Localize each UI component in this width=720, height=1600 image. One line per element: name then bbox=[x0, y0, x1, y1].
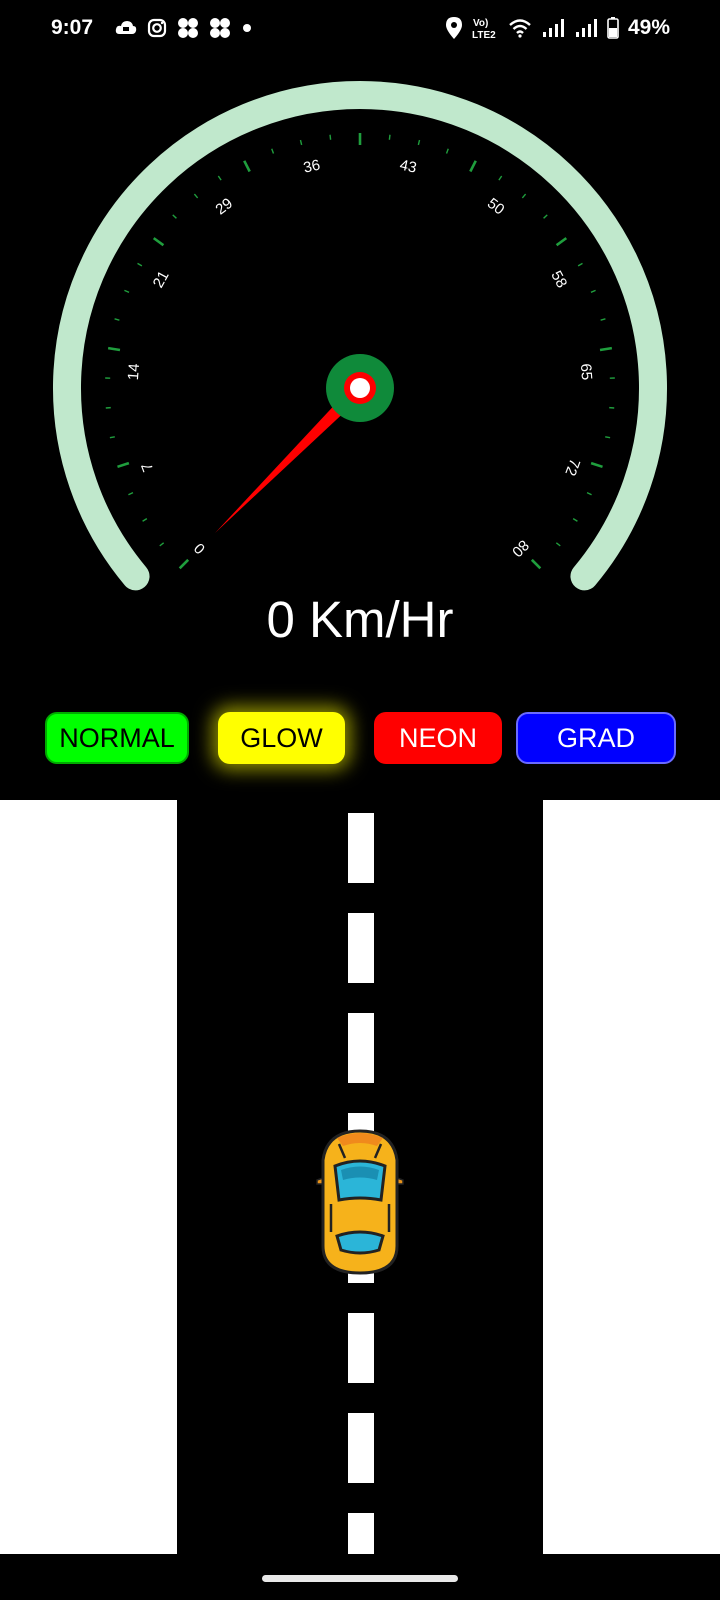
minor-tick bbox=[114, 318, 120, 321]
status-bar: 9:07 Vo) LTE2 49% bbox=[0, 0, 720, 62]
minor-tick bbox=[543, 214, 548, 219]
signal-icon bbox=[575, 19, 597, 37]
minor-tick bbox=[498, 175, 503, 181]
major-tick bbox=[530, 558, 542, 570]
dot-icon bbox=[243, 24, 251, 32]
tick-label: 36 bbox=[302, 157, 322, 177]
major-tick bbox=[243, 160, 251, 173]
speedometer-screen: 9:07 Vo) LTE2 49% 0 7 14 21 29 36 43 50 … bbox=[0, 0, 720, 1600]
tick-label: 58 bbox=[547, 268, 570, 291]
minor-tick bbox=[590, 289, 596, 293]
minor-tick bbox=[109, 436, 115, 439]
speed-readout: 0 Km/Hr bbox=[266, 591, 454, 648]
lane-marking bbox=[348, 913, 374, 983]
mode-buttons: NORMAL GLOW NEON GRAD bbox=[0, 712, 720, 764]
major-tick bbox=[107, 346, 121, 352]
volte-lte2-icon: Vo) LTE2 bbox=[472, 18, 496, 40]
location-icon bbox=[445, 17, 462, 39]
minor-tick bbox=[605, 436, 611, 439]
tick-label: 21 bbox=[150, 268, 173, 291]
tick-label: 50 bbox=[484, 195, 508, 219]
neon-mode-button[interactable]: NEON bbox=[374, 712, 502, 764]
minor-tick bbox=[555, 542, 561, 547]
minor-tick bbox=[577, 262, 583, 267]
lane-marking bbox=[348, 1013, 374, 1083]
minor-tick bbox=[193, 193, 199, 199]
minor-tick bbox=[128, 492, 134, 496]
battery-percent: 49% bbox=[627, 16, 670, 39]
tick-label: 65 bbox=[577, 363, 595, 381]
speedometer-gauge: 0 7 14 21 29 36 43 50 58 65 72 80 bbox=[53, 81, 667, 591]
normal-mode-button[interactable]: NORMAL bbox=[45, 712, 189, 764]
minor-tick bbox=[600, 318, 606, 321]
tick-label: 14 bbox=[125, 363, 143, 381]
tick-label: 29 bbox=[212, 195, 236, 219]
system-icons: Vo) LTE2 49% bbox=[445, 16, 670, 40]
lane-marking bbox=[348, 1313, 374, 1383]
major-tick bbox=[152, 237, 165, 247]
minor-tick bbox=[299, 139, 303, 146]
lane-marking bbox=[348, 813, 374, 883]
minor-tick bbox=[521, 193, 527, 199]
speedometer-arc bbox=[53, 81, 667, 591]
tick-label: 72 bbox=[561, 456, 583, 478]
minor-tick bbox=[388, 134, 391, 140]
tick-label: 7 bbox=[138, 460, 157, 474]
minor-tick bbox=[159, 542, 165, 547]
minor-tick bbox=[586, 492, 592, 496]
notification-icons bbox=[115, 17, 253, 39]
wifi-icon bbox=[509, 19, 531, 38]
lane-marking bbox=[348, 1413, 374, 1483]
grad-mode-button[interactable]: GRAD bbox=[516, 712, 676, 764]
needle-hub-center bbox=[350, 378, 370, 398]
minor-tick bbox=[142, 518, 148, 522]
tick-label: 80 bbox=[508, 536, 532, 560]
fan-icon bbox=[210, 18, 230, 38]
minor-tick bbox=[271, 148, 275, 154]
signal-icon bbox=[542, 19, 564, 37]
minor-tick bbox=[572, 518, 578, 522]
volte-label: Vo) bbox=[473, 18, 488, 29]
lte2-label: LTE2 bbox=[472, 30, 496, 40]
glow-mode-button[interactable]: GLOW bbox=[218, 712, 345, 764]
major-tick bbox=[590, 461, 603, 469]
major-tick bbox=[178, 558, 190, 570]
major-tick bbox=[599, 346, 613, 352]
minor-tick bbox=[124, 289, 130, 293]
tick-label: 0 bbox=[191, 539, 209, 557]
major-tick bbox=[117, 461, 130, 469]
fan-icon bbox=[178, 18, 198, 38]
minor-tick bbox=[445, 148, 449, 154]
tick-label: 43 bbox=[398, 157, 418, 177]
cloud-app-icon bbox=[115, 21, 137, 34]
home-indicator[interactable] bbox=[262, 1575, 458, 1582]
battery-icon bbox=[607, 17, 619, 39]
yellow-car-icon[interactable] bbox=[313, 1128, 407, 1276]
major-tick bbox=[555, 237, 568, 247]
speedometer-ticks bbox=[105, 133, 615, 570]
minor-tick bbox=[172, 214, 177, 219]
instagram-icon bbox=[147, 18, 167, 38]
minor-tick bbox=[217, 175, 222, 181]
minor-tick bbox=[329, 134, 332, 140]
navigation-bar bbox=[0, 1554, 720, 1600]
status-time: 9:07 bbox=[51, 16, 94, 39]
minor-tick bbox=[137, 262, 143, 267]
minor-tick bbox=[417, 139, 421, 146]
major-tick bbox=[469, 160, 477, 173]
